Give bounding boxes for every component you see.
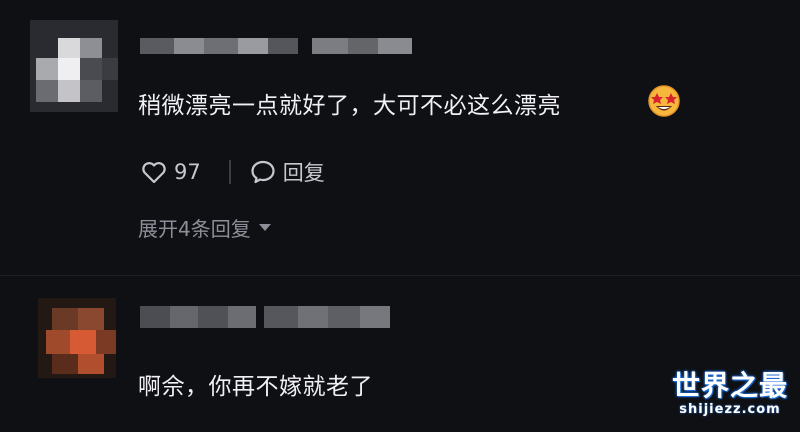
heart-icon (142, 162, 166, 184)
comment-actions: 97 回复 (140, 155, 325, 189)
reply-label: 回复 (282, 161, 325, 185)
avatar[interactable] (30, 20, 118, 112)
like-count: 97 (174, 160, 201, 184)
watermark-url: shijiezz.com (679, 402, 781, 417)
username-blurred[interactable] (140, 36, 420, 56)
comment-text: 稍微漂亮一点就好了，大可不必这么漂亮 (138, 93, 561, 119)
reply-button[interactable]: 回复 (249, 157, 325, 187)
comment-bubble-icon (251, 160, 275, 184)
comment-divider (0, 275, 800, 276)
caret-down-icon (258, 224, 271, 231)
avatar[interactable] (38, 298, 116, 378)
expand-replies-button[interactable]: 展开4条回复 (138, 213, 271, 242)
star-struck-emoji-icon (648, 85, 680, 117)
comment-text: 啊佘，你再不嫁就老了 (138, 374, 373, 400)
expand-replies-label: 展开4条回复 (138, 217, 251, 241)
username-blurred[interactable] (140, 306, 410, 330)
divider (228, 160, 231, 184)
watermark: 世界之最 shijiezz.com (671, 369, 788, 418)
watermark-title: 世界之最 (671, 369, 788, 402)
like-button[interactable]: 97 (140, 158, 201, 186)
